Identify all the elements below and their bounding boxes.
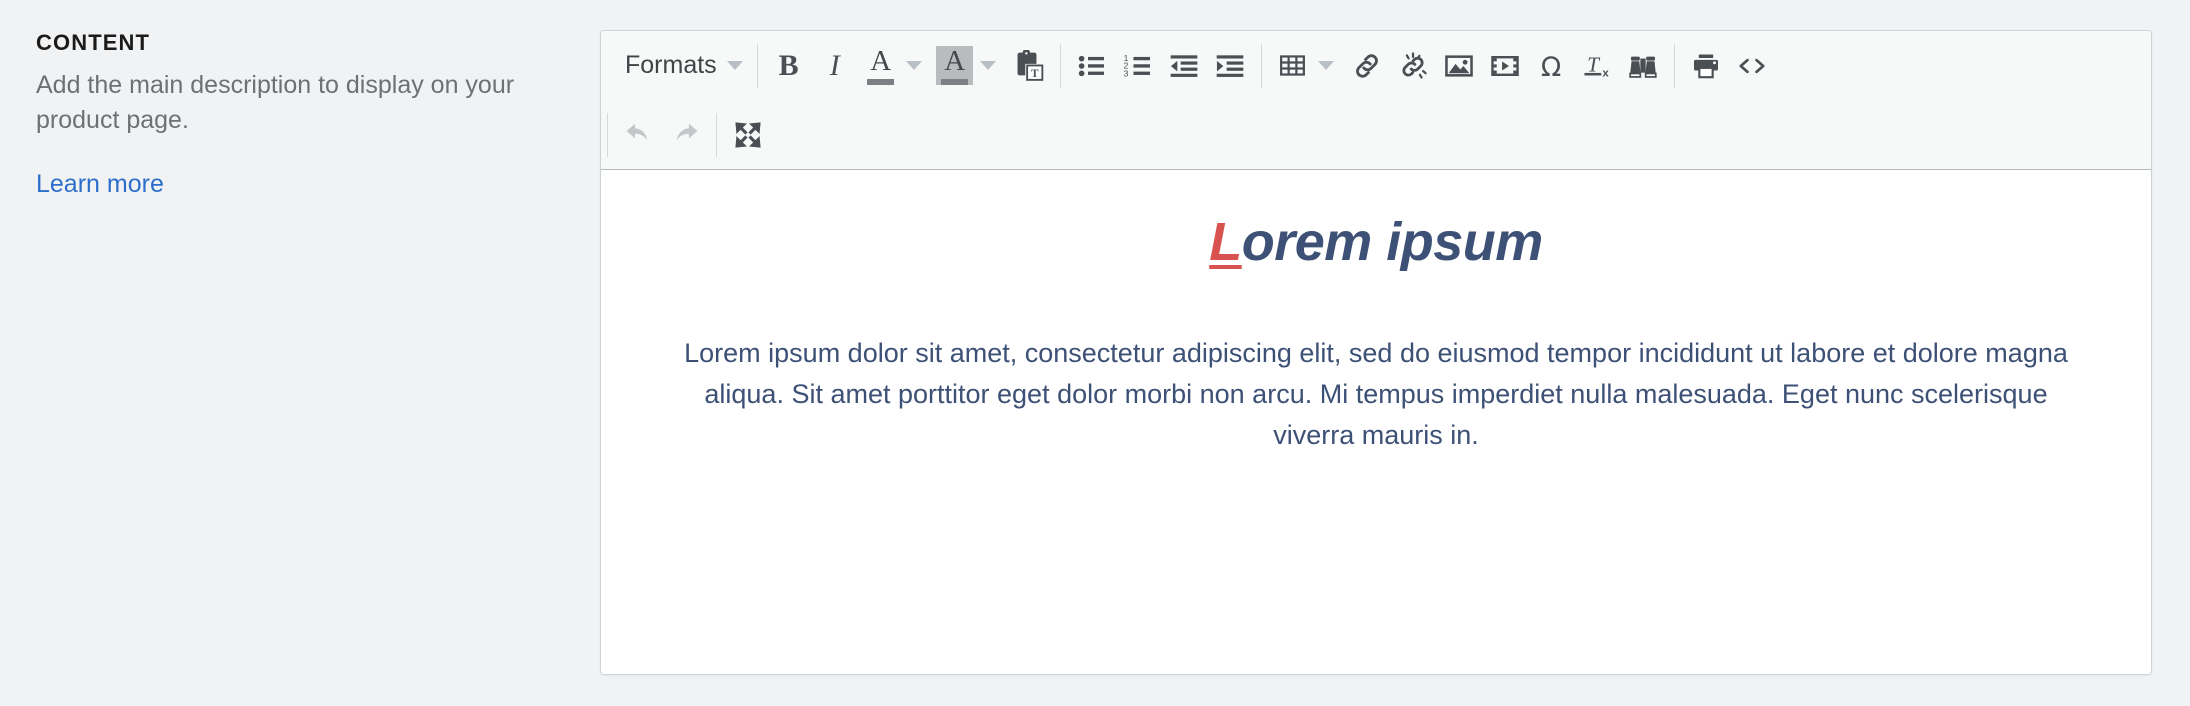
image-icon [1444, 54, 1473, 77]
toolbar-separator [1059, 43, 1061, 88]
toolbar-separator [607, 112, 608, 157]
chevron-down-icon [726, 61, 743, 70]
svg-text:T: T [1031, 67, 1039, 79]
background-color-icon: A [944, 45, 966, 77]
redo-arrow-icon [676, 123, 698, 140]
clear-formatting-button[interactable]: T x [1574, 43, 1620, 89]
italic-icon: I [829, 48, 840, 82]
print-button[interactable] [1683, 43, 1729, 89]
svg-text:3: 3 [1123, 68, 1128, 78]
italic-button[interactable]: I [812, 43, 858, 89]
insert-image-button[interactable] [1436, 43, 1482, 89]
svg-text:Ω: Ω [1541, 51, 1561, 81]
undo-button[interactable] [616, 112, 662, 158]
paste-as-text-button[interactable]: T [1006, 43, 1052, 89]
editor-toolbar: Formats B I A A T 1 2 3 Ω T x [601, 31, 2151, 170]
insert-media-button[interactable] [1482, 43, 1528, 89]
bold-icon: B [778, 48, 799, 82]
toolbar-group-insert: Ω T x [1264, 31, 1672, 100]
media-film-icon [1490, 55, 1519, 76]
find-replace-button[interactable] [1620, 43, 1666, 89]
decrease-indent-button[interactable] [1161, 43, 1207, 89]
content-settings-page: CONTENT Add the main description to disp… [0, 0, 2190, 706]
toolbar-row-primary: Formats B I A A T 1 2 3 Ω T x [601, 31, 2151, 100]
page-title: CONTENT [36, 30, 151, 55]
bullet-list-icon [1078, 55, 1104, 76]
document-heading: Lorem ipsum [641, 210, 2111, 275]
toolbar-group-tools [1677, 31, 1781, 100]
background-color-button[interactable]: A [932, 43, 978, 89]
toolbar-row-secondary [601, 100, 2151, 169]
text-color-swatch [867, 78, 895, 85]
toolbar-separator [716, 112, 717, 157]
redo-button[interactable] [662, 112, 708, 158]
toolbar-group-text-style: B I A A T [760, 31, 1058, 100]
editor-content-area[interactable]: Lorem ipsum Lorem ipsum dolor sit amet, … [601, 170, 2151, 674]
text-color-icon: A [870, 44, 892, 77]
unlink-icon [1402, 51, 1427, 79]
numbered-list-button[interactable]: 1 2 3 [1115, 43, 1161, 89]
indent-icon [1216, 54, 1244, 77]
toolbar-separator [1673, 43, 1675, 88]
fullscreen-icon [735, 121, 761, 148]
formats-menu-label: Formats [625, 51, 717, 79]
binoculars-icon [1629, 56, 1657, 78]
toolbar-group-view [719, 100, 777, 169]
special-character-button[interactable]: Ω [1528, 43, 1574, 89]
background-color-swatch [941, 79, 969, 85]
insert-link-button[interactable] [1344, 43, 1390, 89]
toolbar-group-history [610, 100, 714, 169]
source-code-button[interactable] [1729, 43, 1775, 89]
link-icon [1355, 53, 1378, 78]
omega-icon: Ω [1541, 51, 1561, 81]
toolbar-separator [756, 43, 758, 88]
bold-button[interactable]: B [766, 43, 812, 89]
remove-link-button[interactable] [1390, 43, 1436, 89]
document-heading-dropcap: L [1209, 212, 1242, 272]
clear-formatting-icon: T x [1584, 52, 1609, 79]
toolbar-separator [1260, 43, 1262, 88]
document-heading-rest: orem ipsum [1241, 212, 1544, 272]
document-body-paragraph: Lorem ipsum dolor sit amet, consectetur … [684, 337, 2068, 451]
numbered-list-icon: 1 2 3 [1123, 52, 1150, 78]
fullscreen-button[interactable] [725, 112, 771, 158]
printer-icon [1693, 54, 1718, 78]
code-brackets-icon [1739, 58, 1765, 73]
rich-text-editor: Formats B I A A T 1 2 3 Ω T x Lorem ipsu… [600, 30, 2152, 675]
toolbar-group-lists: 1 2 3 [1063, 31, 1259, 100]
text-color-dropdown-chevron-down-icon[interactable] [905, 61, 922, 70]
bullet-list-button[interactable] [1069, 43, 1115, 89]
text-color-button[interactable]: A [858, 43, 904, 89]
sidebar-description: Add the main description to display on y… [36, 71, 515, 134]
svg-text:x: x [1602, 67, 1609, 79]
table-icon [1280, 55, 1306, 76]
background-color-highlight: A [936, 45, 974, 85]
table-button[interactable] [1270, 43, 1316, 89]
table-dropdown-chevron-down-icon[interactable] [1317, 61, 1334, 70]
toolbar-group-formats: Formats [605, 31, 755, 100]
undo-arrow-icon [626, 123, 648, 140]
clipboard-text-icon: T [1017, 49, 1043, 81]
outdent-icon [1170, 54, 1198, 77]
increase-indent-button[interactable] [1207, 43, 1253, 89]
formats-menu[interactable]: Formats [611, 43, 749, 89]
background-color-dropdown-chevron-down-icon[interactable] [979, 61, 996, 70]
learn-more-link[interactable]: Learn more [36, 169, 164, 199]
content-sidebar: CONTENT Add the main description to disp… [36, 30, 536, 199]
